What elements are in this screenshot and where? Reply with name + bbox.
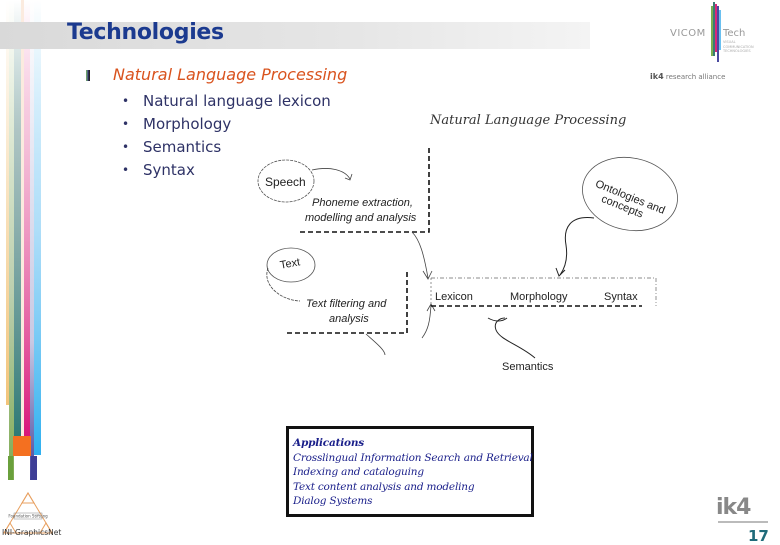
- bullet-text: Semantics: [143, 138, 222, 156]
- bullet-dot-icon: •: [122, 117, 130, 131]
- application-item: Crosslingual Information Search and Retr…: [293, 451, 533, 464]
- page-number: 17: [748, 527, 769, 545]
- tech-text: Tech: [723, 28, 746, 39]
- ik4-logo-underline: [718, 521, 768, 523]
- application-item: Dialog Systems: [293, 495, 373, 507]
- stripe-orange-block: [13, 436, 31, 456]
- stripe: [24, 0, 30, 436]
- lexicon-label: Lexicon: [435, 291, 473, 303]
- upward-arrow: [421, 304, 432, 339]
- stripe: [31, 456, 37, 480]
- slide-title: Technologies: [67, 20, 224, 45]
- bullet-dot-icon: •: [122, 140, 130, 154]
- subheading: Natural Language Processing: [113, 65, 348, 84]
- text-arrow: [266, 267, 301, 302]
- morphology-label: Morphology: [510, 291, 568, 303]
- phoneme-to-lexicon-arrow: [411, 231, 429, 279]
- decorative-color-stripes: [6, 0, 41, 480]
- ik4-tagline: research alliance: [665, 73, 726, 81]
- syntax-label: Syntax: [604, 291, 638, 303]
- stripe: [21, 0, 24, 436]
- application-item: Indexing and cataloguing: [293, 466, 424, 478]
- inigraphics-triangle-text: Foundation Stiftung: [8, 514, 48, 519]
- semantics-arrow: [494, 317, 536, 359]
- phoneme-label-line2: modelling and analysis: [305, 212, 417, 224]
- stripe: [9, 0, 14, 480]
- stripe: [14, 0, 21, 436]
- ik4-research-alliance-logo: ik4 research alliance: [650, 72, 725, 81]
- nlp-diagram: [257, 148, 678, 359]
- bullet-text: Syntax: [143, 161, 195, 179]
- phoneme-label-line1: Phoneme extraction,: [312, 197, 413, 209]
- stripe: [34, 0, 41, 455]
- bullet-dot-icon: •: [122, 163, 130, 177]
- vicomtech-logo: VICOM Tech VISUAL COMMUNICATION TECHNOLO…: [660, 2, 775, 82]
- bullet-text: Morphology: [143, 115, 232, 133]
- applications-box: Applications Crosslingual Information Se…: [286, 426, 534, 517]
- subheading-bullet-icon: [86, 70, 90, 81]
- inigraphics-text: INI-GraphicsNet: [2, 528, 62, 537]
- speech-arrow: [311, 168, 351, 180]
- text-filter-to-semantics-arrow: [365, 333, 386, 356]
- ik4-brand: ik4: [650, 72, 664, 81]
- text-filtering-label-line1: Text filtering and: [306, 298, 387, 310]
- application-item: Text content analysis and modeling: [293, 480, 475, 493]
- speech-label: Speech: [265, 175, 306, 189]
- bullet-dot-icon: •: [122, 94, 130, 108]
- stripe: [8, 456, 13, 480]
- tech-subtitle: VISUAL COMMUNICATION TECHNOLOGIES: [723, 40, 754, 53]
- applications-heading: Applications: [293, 437, 364, 449]
- text-filtering-label-line2: analysis: [329, 313, 369, 325]
- stripe: [30, 0, 34, 480]
- ik4-logo: ik4: [716, 495, 751, 520]
- semantics-label: Semantics: [502, 361, 554, 373]
- vicom-text: VICOM: [670, 28, 706, 39]
- ontologies-arrow: [559, 217, 595, 276]
- stripe: [6, 0, 9, 405]
